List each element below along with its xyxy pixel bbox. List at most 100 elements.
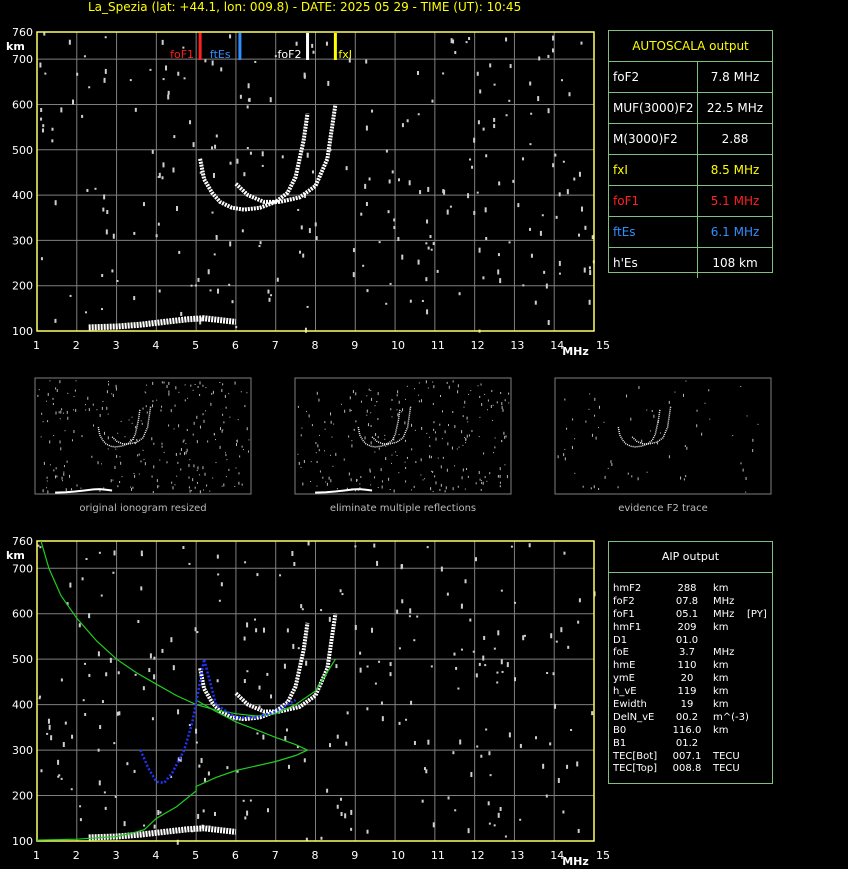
thumbnail-noise <box>152 404 154 408</box>
noise-dot <box>239 94 242 99</box>
thumbnail-noise <box>222 383 224 386</box>
thumbnail-noise <box>428 436 430 438</box>
noise-dot <box>274 55 277 58</box>
thumbnail-noise <box>192 389 194 391</box>
thumbnail-noise <box>197 466 199 470</box>
thumbnail-noise <box>355 420 357 423</box>
noise-dot <box>129 79 132 82</box>
aip-key: TEC[Top] <box>613 763 658 775</box>
thumbnail-noise <box>384 438 386 440</box>
thumbnail-noise <box>458 446 460 448</box>
aip-row: B0 116.0 km <box>613 725 772 738</box>
x-tick-label: 13 <box>510 339 524 352</box>
noise-dot <box>485 154 488 158</box>
thumbnail-noise <box>87 396 89 400</box>
thumbnail-noise <box>411 448 413 451</box>
thumbnail-noise <box>324 428 326 430</box>
thumbnail-noise <box>452 487 454 491</box>
thumbnail-noise <box>73 430 75 434</box>
noise-dot <box>360 212 363 216</box>
thumbnail-noise <box>406 456 408 459</box>
x-tick-label: 2 <box>73 339 80 352</box>
noise-dot <box>354 624 357 630</box>
noise-dot <box>558 272 561 275</box>
noise-dot <box>417 259 420 265</box>
noise-dot <box>106 210 109 215</box>
noise-dot <box>497 253 500 257</box>
noise-dot <box>508 241 511 244</box>
aip-key: Ewidth <box>613 699 647 711</box>
thumbnail-noise <box>447 424 449 427</box>
noise-dot <box>246 105 249 109</box>
aip-key: hmF1 <box>613 621 642 633</box>
thumbnail-noise <box>199 393 201 396</box>
thumbnail-noise <box>367 423 369 427</box>
noise-dot <box>302 253 305 258</box>
y-tick-label: 300 <box>12 744 33 757</box>
autoscala-key: MUF(3000)F2 <box>609 93 698 123</box>
noise-dot <box>301 608 304 611</box>
thumbnail-noise <box>684 445 686 448</box>
thumbnail-noise <box>477 385 479 387</box>
noise-dot <box>464 579 467 584</box>
noise-dot <box>41 128 44 133</box>
x-tick-label: 9 <box>351 849 358 862</box>
thumbnail-noise <box>107 413 109 415</box>
thumbnail-noise <box>60 410 62 414</box>
noise-dot <box>329 743 332 748</box>
thumbnail-noise <box>131 416 133 418</box>
noise-dot <box>443 189 446 195</box>
thumbnail-noise <box>132 486 134 489</box>
thumbnail-noise <box>457 485 459 488</box>
y-tick-label: 760 <box>12 26 33 39</box>
noise-dot <box>482 276 485 280</box>
noise-dot <box>446 592 449 596</box>
noise-dot <box>40 117 43 121</box>
thumbnail-noise <box>112 479 114 481</box>
thumbnail-noise <box>180 468 182 471</box>
thumbnail-noise <box>413 485 415 488</box>
thumbnail-noise <box>404 461 406 463</box>
noise-dot <box>345 166 348 171</box>
thumbnail-noise <box>40 436 42 438</box>
noise-dot <box>530 253 533 258</box>
thumbnail-noise <box>493 452 495 454</box>
thumbnail-noise <box>298 461 300 465</box>
noise-dot <box>157 222 160 226</box>
noise-dot <box>493 117 496 122</box>
x-tick-label: 13 <box>510 849 524 862</box>
thumbnail-noise <box>326 482 328 486</box>
autoscala-value: 22.5 MHz <box>706 101 764 115</box>
thumbnail-noise <box>499 485 501 488</box>
thumbnail-noise <box>168 392 170 396</box>
y-tick-label: 200 <box>12 280 33 293</box>
thumbnail-noise <box>71 488 73 491</box>
noise-dot <box>153 674 156 680</box>
noise-dot <box>465 41 468 44</box>
noise-dot <box>416 615 419 618</box>
thumbnail-noise <box>235 467 237 469</box>
thumbnail-noise <box>396 409 398 411</box>
noise-dot <box>471 165 474 169</box>
thumbnail-noise <box>479 416 481 418</box>
noise-dot <box>104 36 107 39</box>
noise-dot <box>459 739 462 745</box>
thumbnail-noise <box>196 481 198 484</box>
thumbnail-noise <box>746 415 748 417</box>
thumbnail-noise <box>205 387 207 389</box>
thumbnail-noise <box>630 417 632 421</box>
noise-dot <box>249 151 252 155</box>
noise-dot <box>385 302 388 305</box>
y-tick-label: 400 <box>12 699 33 712</box>
noise-dot <box>270 294 273 297</box>
thumbnail-noise <box>336 488 338 490</box>
thumbnail-noise <box>112 393 114 397</box>
noise-dot <box>409 299 412 303</box>
noise-dot <box>79 818 82 822</box>
thumbnail-noise <box>457 390 459 394</box>
thumbnail-noise <box>93 424 95 427</box>
thumbnail-noise <box>246 427 248 431</box>
thumbnail-noise <box>188 476 190 479</box>
thumbnail-noise <box>685 475 687 478</box>
thumbnail-noise <box>650 430 652 432</box>
